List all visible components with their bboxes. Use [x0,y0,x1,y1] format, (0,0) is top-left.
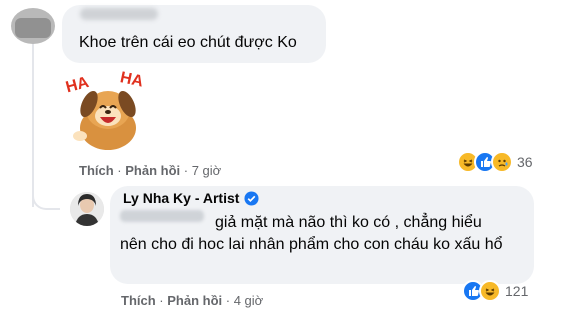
timestamp[interactable]: 7 giờ [192,163,222,178]
like-link[interactable]: Thích [121,293,156,308]
reaction-count: 121 [505,283,529,299]
reaction-count: 36 [517,154,533,170]
reply-link[interactable]: Phản hồi [125,163,180,178]
reply-actions: Thích · Phản hồi · 4 giờ [121,293,264,308]
avatar[interactable] [70,192,104,226]
verified-badge-icon [244,190,259,206]
reply-author-name[interactable]: Ly Nha Ky - Artist [123,190,239,206]
reactions-summary[interactable]: 36 [457,151,533,173]
reply-text: giả mặt mà não thì ko có , chẳng hiểu nê… [120,212,525,256]
svg-text:HA: HA [64,74,91,97]
timestamp[interactable]: 4 giờ [234,293,264,308]
comment-text: Khoe trên cái eo chút được Ko [79,34,297,51]
reactions-summary[interactable]: 121 [462,280,528,302]
comment-actions: Thích · Phản hồi · 7 giờ [79,163,222,178]
like-link[interactable]: Thích [79,163,114,178]
reply-author[interactable]: Ly Nha Ky - Artist [123,190,259,206]
reply-text-rest: nên cho đi hoc lai nhân phẩm cho con chá… [120,236,503,253]
thread-connector [32,176,60,210]
svg-text:HA: HA [119,69,146,91]
reply-link[interactable]: Phản hồi [167,293,222,308]
sad-icon [491,151,513,173]
avatar[interactable] [11,8,55,44]
haha-icon [479,280,501,302]
dog-ha-ha-sticker: HA HA [64,69,146,150]
reply-text-line1: giả mặt mà não thì ko có , chẳng hiểu [215,214,482,231]
comment-author-blurred[interactable] [80,8,158,20]
